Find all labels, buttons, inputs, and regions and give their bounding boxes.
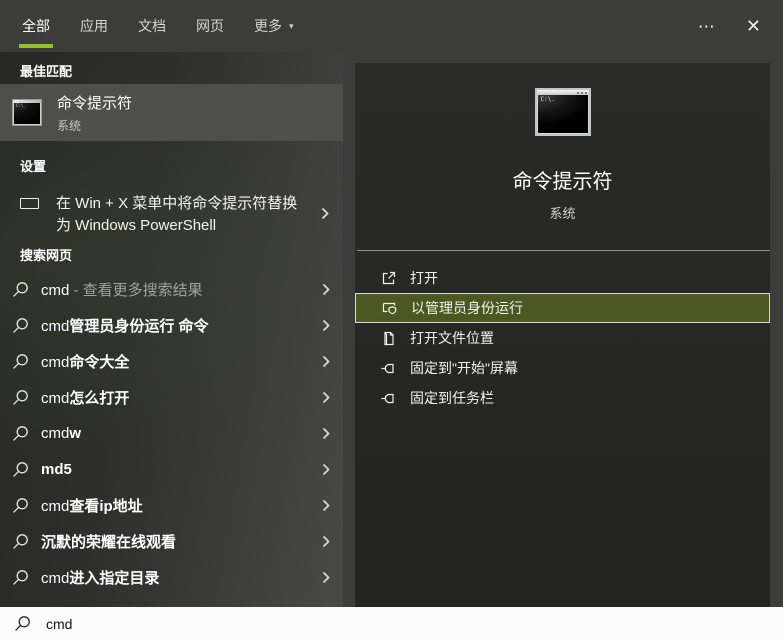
action-pin-to-taskbar[interactable]: 固定到任务栏: [355, 383, 770, 413]
suggestion-row[interactable]: cmd命令大全: [0, 343, 343, 379]
search-icon: [13, 389, 28, 405]
command-prompt-icon: C:\_: [12, 99, 42, 126]
settings-result-label: 在 Win + X 菜单中将命令提示符替换为 Windows PowerShel…: [56, 195, 298, 234]
suggestion-row[interactable]: md5: [0, 451, 343, 487]
results-panel: 最佳匹配 C:\_ 命令提示符 系统 设置 在 Win + X 菜单中将命令提示…: [0, 52, 343, 607]
file-location-icon: [384, 331, 394, 345]
pin-icon: [381, 363, 394, 373]
chevron-right-icon[interactable]: [322, 571, 330, 584]
best-match-subtitle: 系统: [57, 118, 82, 133]
settings-heading: 设置: [20, 159, 47, 174]
tab-all[interactable]: 全部: [19, 0, 53, 52]
preview-panel: C:\. 命令提示符 系统 打开 以管理员身份运行 打开文件位置 固定到"开始"…: [355, 63, 770, 607]
search-icon: [13, 425, 28, 441]
action-run-as-admin[interactable]: 以管理员身份运行: [355, 293, 770, 323]
suggestion-row[interactable]: cmdw: [0, 415, 343, 451]
search-icon: [13, 497, 28, 513]
admin-shield-icon: [382, 302, 397, 314]
best-match-heading: 最佳匹配: [20, 64, 73, 79]
chevron-right-icon[interactable]: [322, 427, 330, 440]
settings-result[interactable]: 在 Win + X 菜单中将命令提示符替换为 Windows PowerShel…: [0, 181, 343, 237]
monitor-icon: [20, 198, 39, 209]
header-actions: ⋯ ✕: [698, 17, 761, 35]
filter-tabs: 全部 应用 文档 网页 更多 ▾: [19, 0, 294, 52]
context-actions: 打开 以管理员身份运行 打开文件位置 固定到"开始"屏幕 固定到任务栏: [355, 263, 770, 413]
chevron-right-icon[interactable]: [322, 499, 330, 512]
action-pin-to-start[interactable]: 固定到"开始"屏幕: [355, 353, 770, 383]
best-match-result[interactable]: C:\_ 命令提示符 系统: [0, 84, 343, 141]
best-match-title: 命令提示符: [57, 94, 133, 112]
action-open[interactable]: 打开: [355, 263, 770, 293]
search-icon: [13, 281, 28, 297]
search-input[interactable]: [44, 614, 783, 633]
tab-web[interactable]: 网页: [196, 0, 224, 52]
suggestion-row[interactable]: cmd进入指定目录: [0, 559, 343, 595]
web-suggestions-list: cmd - 查看更多搜索结果 cmd管理员身份运行 命令 cmd命令大全 cmd…: [0, 271, 343, 595]
suggestion-row[interactable]: cmd查看ip地址: [0, 487, 343, 523]
chevron-right-icon[interactable]: [322, 463, 330, 476]
chevron-right-icon[interactable]: [322, 355, 330, 368]
preview-app-subtitle: 系统: [549, 206, 576, 221]
preview-app-title: 命令提示符: [512, 171, 613, 193]
close-icon[interactable]: ✕: [746, 17, 761, 35]
suggestion-row[interactable]: cmd - 查看更多搜索结果: [0, 271, 343, 307]
search-icon: [13, 533, 28, 549]
command-prompt-icon-large: C:\.: [534, 88, 591, 136]
action-open-file-location[interactable]: 打开文件位置: [355, 323, 770, 353]
suggestion-row[interactable]: cmd怎么打开: [0, 379, 343, 415]
tab-more[interactable]: 更多 ▾: [254, 0, 294, 52]
tab-apps[interactable]: 应用: [80, 0, 108, 52]
chevron-right-icon[interactable]: [322, 283, 330, 296]
suggestion-row[interactable]: 沉默的荣耀在线观看: [0, 523, 343, 559]
chevron-right-icon[interactable]: [322, 319, 330, 332]
search-icon: [15, 616, 30, 631]
more-options-icon[interactable]: ⋯: [698, 18, 716, 35]
chevron-right-icon[interactable]: [322, 535, 330, 548]
search-header: 全部 应用 文档 网页 更多 ▾ ⋯ ✕: [0, 0, 783, 52]
search-icon: [13, 317, 28, 333]
launch-icon: [382, 271, 396, 284]
search-web-heading: 搜索网页: [20, 248, 73, 263]
search-icon: [13, 569, 28, 585]
chevron-down-icon: ▾: [289, 20, 294, 31]
tab-documents[interactable]: 文档: [138, 0, 166, 52]
divider: [357, 250, 770, 251]
chevron-right-icon[interactable]: [322, 391, 330, 404]
windows-search-flyout: 全部 应用 文档 网页 更多 ▾ ⋯ ✕ 最佳匹配 C:\_ 命令提示符 系统: [0, 0, 783, 640]
search-icon: [13, 461, 28, 477]
chevron-right-icon[interactable]: [321, 207, 329, 220]
pin-icon: [381, 393, 394, 403]
search-icon: [13, 353, 28, 369]
search-bar: [0, 607, 783, 640]
suggestion-row[interactable]: cmd管理员身份运行 命令: [0, 307, 343, 343]
